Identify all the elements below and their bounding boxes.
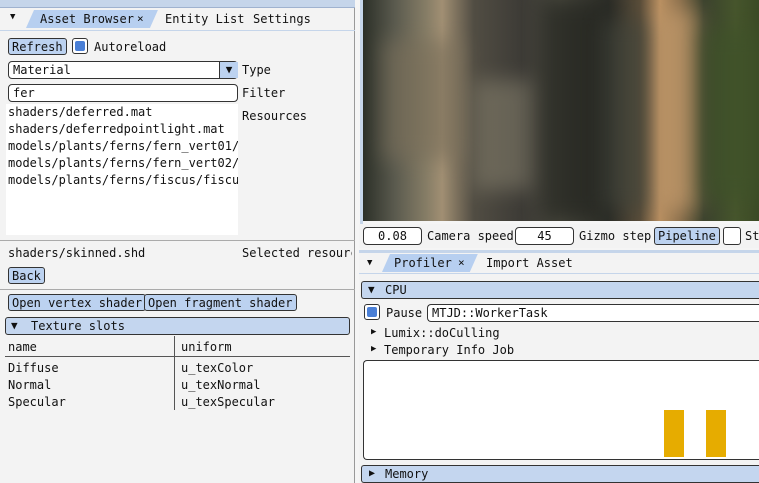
type-select-value: Material	[13, 63, 71, 77]
checkbox-check-icon	[367, 307, 377, 317]
column-header-uniform: uniform	[181, 340, 232, 354]
open-vertex-shader-button[interactable]: Open vertex shader	[8, 294, 147, 311]
tab-close-icon[interactable]: ×	[137, 12, 144, 25]
cpu-title: CPU	[385, 283, 407, 297]
filter-input[interactable]: fer	[8, 84, 238, 102]
cpu-section-header[interactable]: ▼ CPU	[361, 281, 759, 299]
table-cell-uniform: u_texSpecular	[181, 395, 275, 409]
open-fragment-shader-button[interactable]: Open fragment shader	[144, 294, 297, 311]
autoreload-checkbox[interactable]	[72, 38, 88, 54]
viewport-blur	[658, 10, 698, 210]
list-item[interactable]: shaders/deferred.mat	[6, 104, 238, 121]
list-item[interactable]: shaders/deferredpointlight.mat	[6, 121, 238, 138]
table-cell-uniform: u_texNormal	[181, 378, 261, 392]
tab-settings[interactable]: Settings	[245, 10, 319, 28]
profiler-item-label[interactable]: Temporary Info Job	[384, 343, 514, 357]
scene-viewport[interactable]	[363, 0, 759, 221]
selected-resource-label: Selected resourc	[242, 246, 352, 260]
expand-arrow-icon: ▶	[369, 468, 376, 479]
viewport-blur	[703, 30, 759, 200]
window-menu-icon[interactable]: ▼	[10, 12, 15, 22]
column-header-name: name	[8, 340, 37, 354]
tabbar-underline	[0, 30, 355, 31]
resources-label: Resources	[242, 109, 308, 123]
panel-top-strip	[0, 0, 355, 8]
texture-slots-header[interactable]: ▼ Texture slots	[5, 317, 350, 335]
thread-select[interactable]: MTJD::WorkerTask	[427, 304, 759, 322]
cpu-frame-graph[interactable]	[363, 360, 759, 460]
memory-title: Memory	[385, 467, 429, 481]
graph-bar	[706, 410, 726, 457]
stats-checkbox[interactable]	[723, 227, 741, 245]
tab-import-asset[interactable]: Import Asset	[478, 254, 581, 272]
viewport-blur	[603, 20, 653, 210]
collapse-arrow-icon: ▼	[368, 283, 375, 296]
pause-label: Pause	[386, 306, 423, 320]
pipeline-button[interactable]: Pipeline	[654, 227, 720, 245]
profiler-item-label[interactable]: Lumix::doCulling	[384, 326, 500, 340]
expand-arrow-icon[interactable]: ▶	[371, 327, 376, 337]
gizmo-step-input[interactable]: 45	[515, 227, 574, 245]
gizmo-step-label: Gizmo step	[579, 229, 652, 243]
autoreload-label: Autoreload	[94, 40, 167, 54]
refresh-button[interactable]: Refresh	[8, 38, 67, 55]
dropdown-arrow-icon[interactable]: ▼	[219, 62, 238, 78]
table-cell-uniform: u_texColor	[181, 361, 254, 375]
texture-slots-title: Texture slots	[31, 319, 125, 333]
collapse-arrow-icon: ▼	[11, 319, 18, 332]
panel-top-strip	[359, 250, 759, 253]
selected-resource-value: shaders/skinned.shd	[8, 246, 146, 260]
filter-label: Filter	[242, 86, 286, 100]
tab-entity-list[interactable]: Entity List	[157, 10, 252, 28]
camera-speed-input[interactable]: 0.08	[363, 227, 422, 245]
window-menu-icon[interactable]: ▼	[367, 258, 372, 268]
viewport-blur	[383, 40, 463, 160]
resources-list[interactable]: shaders/deferred.mat shaders/deferredpoi…	[6, 104, 238, 235]
type-select[interactable]: Material	[8, 61, 238, 79]
table-cell-name: Diffuse	[8, 361, 59, 375]
graph-bar	[664, 410, 684, 457]
list-item[interactable]: models/plants/ferns/fern_vert01/fe	[6, 138, 238, 155]
table-header-underline	[5, 356, 350, 357]
tabbar-underline	[359, 273, 759, 274]
list-item[interactable]: models/plants/ferns/fiscus/fiscus0	[6, 172, 238, 189]
column-separator[interactable]	[174, 336, 175, 410]
viewport-blur	[473, 80, 533, 190]
list-item[interactable]: models/plants/ferns/fern_vert02/te	[6, 155, 238, 172]
stats-label: St	[745, 229, 759, 243]
memory-section-header[interactable]: ▶ Memory	[361, 465, 759, 483]
table-cell-name: Normal	[8, 378, 52, 392]
pause-checkbox[interactable]	[364, 304, 380, 320]
back-button[interactable]: Back	[8, 267, 45, 284]
camera-speed-label: Camera speed	[427, 229, 514, 243]
checkbox-check-icon	[75, 41, 85, 51]
separator	[0, 240, 355, 241]
tab-profiler-label: Profiler	[394, 256, 452, 270]
tab-asset-browser-label: Asset Browser	[40, 12, 134, 26]
table-cell-name: Specular	[8, 395, 66, 409]
expand-arrow-icon[interactable]: ▶	[371, 344, 376, 354]
separator	[0, 289, 355, 290]
type-label: Type	[242, 63, 271, 77]
tab-close-icon[interactable]: ×	[458, 256, 465, 269]
